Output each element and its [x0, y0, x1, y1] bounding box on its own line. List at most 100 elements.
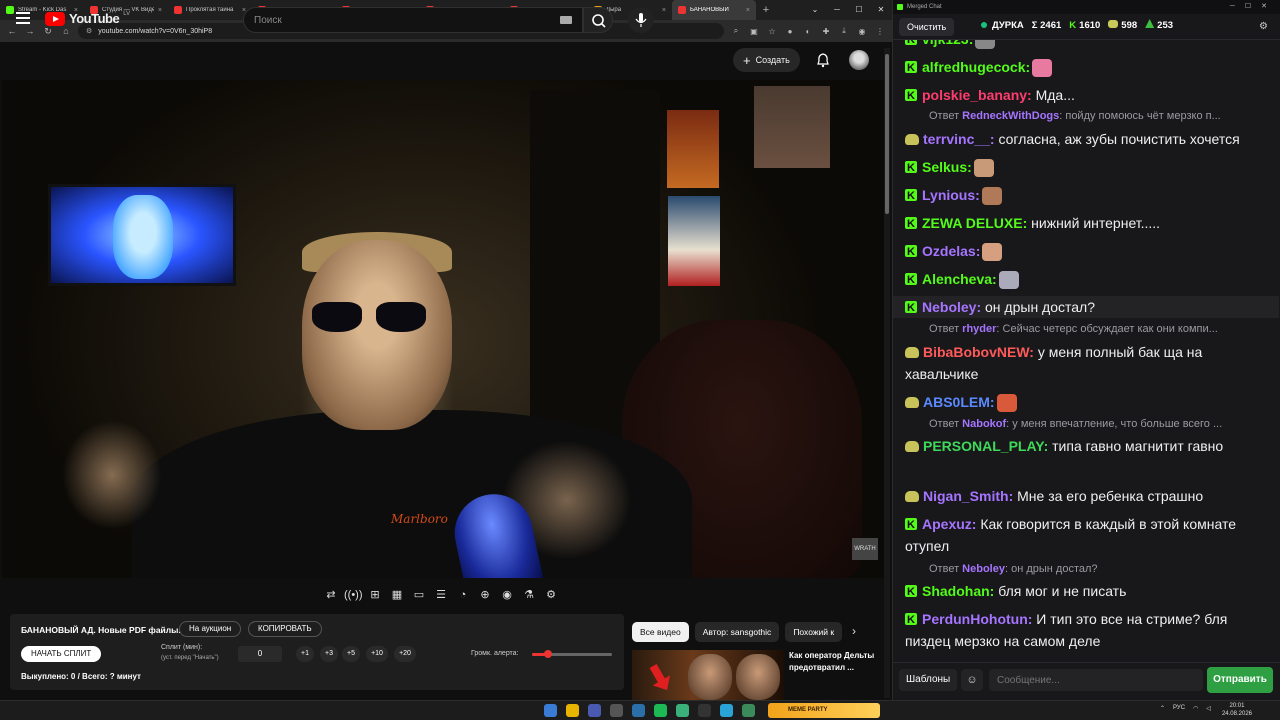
start-split-button[interactable]: НАЧАТЬ СПЛИТ [21, 646, 102, 662]
related-filter-chip[interactable]: Похожий к [785, 622, 843, 642]
extension-icon[interactable]: ◐ [802, 27, 814, 36]
split-step-button[interactable]: +5 [342, 646, 360, 662]
split-step-button[interactable]: +1 [296, 646, 314, 662]
clock[interactable]: 20:01 24.08.2026 [1222, 702, 1252, 718]
split-step-button[interactable]: +3 [320, 646, 338, 662]
related-video-title[interactable]: Как оператор Дельты предотвратил ... [789, 650, 879, 674]
player-tool-icon[interactable]: ⚗ [520, 586, 538, 604]
related-filter-chip[interactable]: Автор: sansgothic [694, 622, 780, 642]
keyboard-icon[interactable] [560, 16, 572, 24]
copy-button[interactable]: КОПИРОВАТЬ [248, 621, 322, 637]
chat-nickname[interactable]: Shadohan: [922, 583, 994, 599]
related-filter-chip[interactable]: Все видео [632, 622, 689, 642]
tray-chevron-icon[interactable]: ⌃ [1160, 705, 1165, 712]
chat-nickname[interactable]: ABS0LEM: [923, 394, 995, 410]
chat-message-list[interactable]: vijk123: alfredhugecock: polskie_banany: М… [893, 40, 1280, 662]
chat-nickname[interactable]: Apexuz: [922, 516, 976, 532]
start-icon[interactable] [544, 704, 557, 717]
chat-message[interactable]: Alencheva: [893, 268, 1279, 291]
player-tool-icon[interactable]: ((•)) [344, 586, 363, 604]
create-button[interactable]: + Создать [733, 48, 800, 72]
window-controls[interactable]: ─☐✕ [1230, 0, 1277, 14]
chat-message[interactable]: Shadohan: бля мог и не писать [893, 580, 1279, 603]
chat-message[interactable]: terrvinc__: согласна, аж зубы почистить … [893, 128, 1279, 150]
chat-nickname[interactable]: BibaBobovNEW: [923, 344, 1034, 360]
split-step-button[interactable]: +10 [366, 646, 388, 662]
profile-icon[interactable]: ◉ [856, 27, 868, 36]
chat-message[interactable]: vijk123: [893, 40, 1279, 51]
browser-tab[interactable]: БАНАНОВЫЙ × [672, 0, 756, 20]
chat-nickname[interactable]: polskie_banany: [922, 87, 1032, 103]
chat-message[interactable]: Apexuz: Как говорится в каждый в этой ко… [893, 513, 1279, 557]
chat-message[interactable]: Selkus: [893, 156, 1279, 179]
player-tool-icon[interactable]: ▦ [388, 586, 406, 604]
close-button[interactable]: ✕ [870, 0, 892, 20]
extensions-puzzle-icon[interactable]: ✚ [820, 27, 832, 36]
zoom-icon[interactable]: ⌕ [730, 26, 742, 36]
youtube-logo[interactable]: YouTube LV [45, 11, 130, 26]
menu-hamburger-icon[interactable] [16, 12, 30, 24]
telegram-icon[interactable] [720, 704, 733, 717]
chat-message[interactable]: polskie_banany: Мда... [893, 84, 1279, 107]
chat-nickname[interactable]: PERSONAL_PLAY: [923, 438, 1048, 454]
download-icon[interactable]: ⤓ [838, 26, 850, 36]
tab-search-icon[interactable]: ⌄ [804, 0, 826, 20]
chat-nickname[interactable]: alfredhugecock: [922, 59, 1030, 75]
app-icon[interactable] [676, 704, 689, 717]
chat-message[interactable]: ZEWA DELUXE: нижний интернет..... [893, 212, 1279, 235]
search-input[interactable]: Поиск [243, 7, 583, 33]
video-player[interactable]: Marlboro WRATH [2, 80, 884, 578]
maximize-button[interactable]: ☐ [848, 0, 870, 20]
search-button[interactable] [583, 7, 613, 33]
meme-party-app[interactable]: MEME PARTY [768, 703, 880, 718]
extension-icon[interactable]: ● [784, 27, 796, 36]
chat-message[interactable]: Ozdelas: [893, 240, 1279, 263]
chat-nickname[interactable]: PerdunHohotun: [922, 611, 1032, 627]
app-icon[interactable] [742, 704, 755, 717]
site-info-icon[interactable]: ⚙ [86, 27, 92, 35]
back-icon[interactable]: ← [6, 26, 18, 36]
cast-icon[interactable]: ▣ [748, 27, 760, 36]
settings-gear-icon[interactable]: ⚙ [1259, 21, 1271, 33]
page-scrollbar[interactable] [884, 48, 890, 698]
volume-icon[interactable]: ◁ [1206, 705, 1211, 712]
language-indicator[interactable]: РУС [1173, 705, 1185, 712]
related-video-thumbnail[interactable] [632, 650, 784, 700]
chat-nickname[interactable]: Alencheva: [922, 271, 997, 287]
templates-button[interactable]: Шаблоны [899, 669, 958, 691]
notifications-bell-icon[interactable] [815, 52, 831, 68]
alert-volume-slider[interactable] [532, 650, 612, 658]
chevron-right-icon[interactable]: › [852, 624, 856, 638]
split-minutes-input[interactable]: 0 [238, 646, 282, 662]
home-icon[interactable]: ⌂ [60, 26, 72, 36]
chat-nickname[interactable]: Neboley: [922, 299, 981, 315]
new-tab-button[interactable]: + [756, 4, 776, 16]
chat-message[interactable]: Neboley: он дрын достал? [893, 296, 1279, 319]
tab-close-icon[interactable]: × [662, 7, 666, 14]
split-step-button[interactable]: +20 [394, 646, 416, 662]
app-icon[interactable] [698, 704, 711, 717]
chat-message[interactable]: PerdunHohotun: И тип это все на стриме? … [893, 608, 1279, 652]
discord-icon[interactable] [588, 704, 601, 717]
player-tool-icon[interactable]: ◉ [498, 586, 516, 604]
chrome-icon[interactable] [566, 704, 579, 717]
player-tool-icon[interactable]: ◔ [454, 586, 472, 604]
tab-close-icon[interactable]: × [746, 7, 750, 14]
chat-message[interactable]: ABS0LEM: [893, 391, 1279, 413]
chat-message[interactable]: Lynious: [893, 184, 1279, 207]
steam-icon[interactable] [632, 704, 645, 717]
clear-chat-button[interactable]: Очистить [899, 18, 955, 36]
chat-nickname[interactable]: Ozdelas: [922, 243, 980, 259]
tab-close-icon[interactable]: × [158, 7, 162, 14]
chat-message[interactable]: alfredhugecock: [893, 56, 1279, 79]
spotify-icon[interactable] [654, 704, 667, 717]
chat-nickname[interactable]: Selkus: [922, 159, 972, 175]
menu-icon[interactable]: ⋮ [874, 27, 886, 36]
forward-icon[interactable]: → [24, 26, 36, 36]
chat-message-input[interactable] [989, 669, 1203, 691]
player-tool-icon[interactable]: ⇄ [322, 586, 340, 604]
chat-message[interactable]: BibaBobovNEW: у меня полный бак ща на ха… [893, 341, 1279, 385]
emoji-icon[interactable]: ☺ [961, 669, 983, 691]
player-tool-icon[interactable]: ⊕ [476, 586, 494, 604]
minimize-button[interactable]: ─ [826, 0, 848, 20]
